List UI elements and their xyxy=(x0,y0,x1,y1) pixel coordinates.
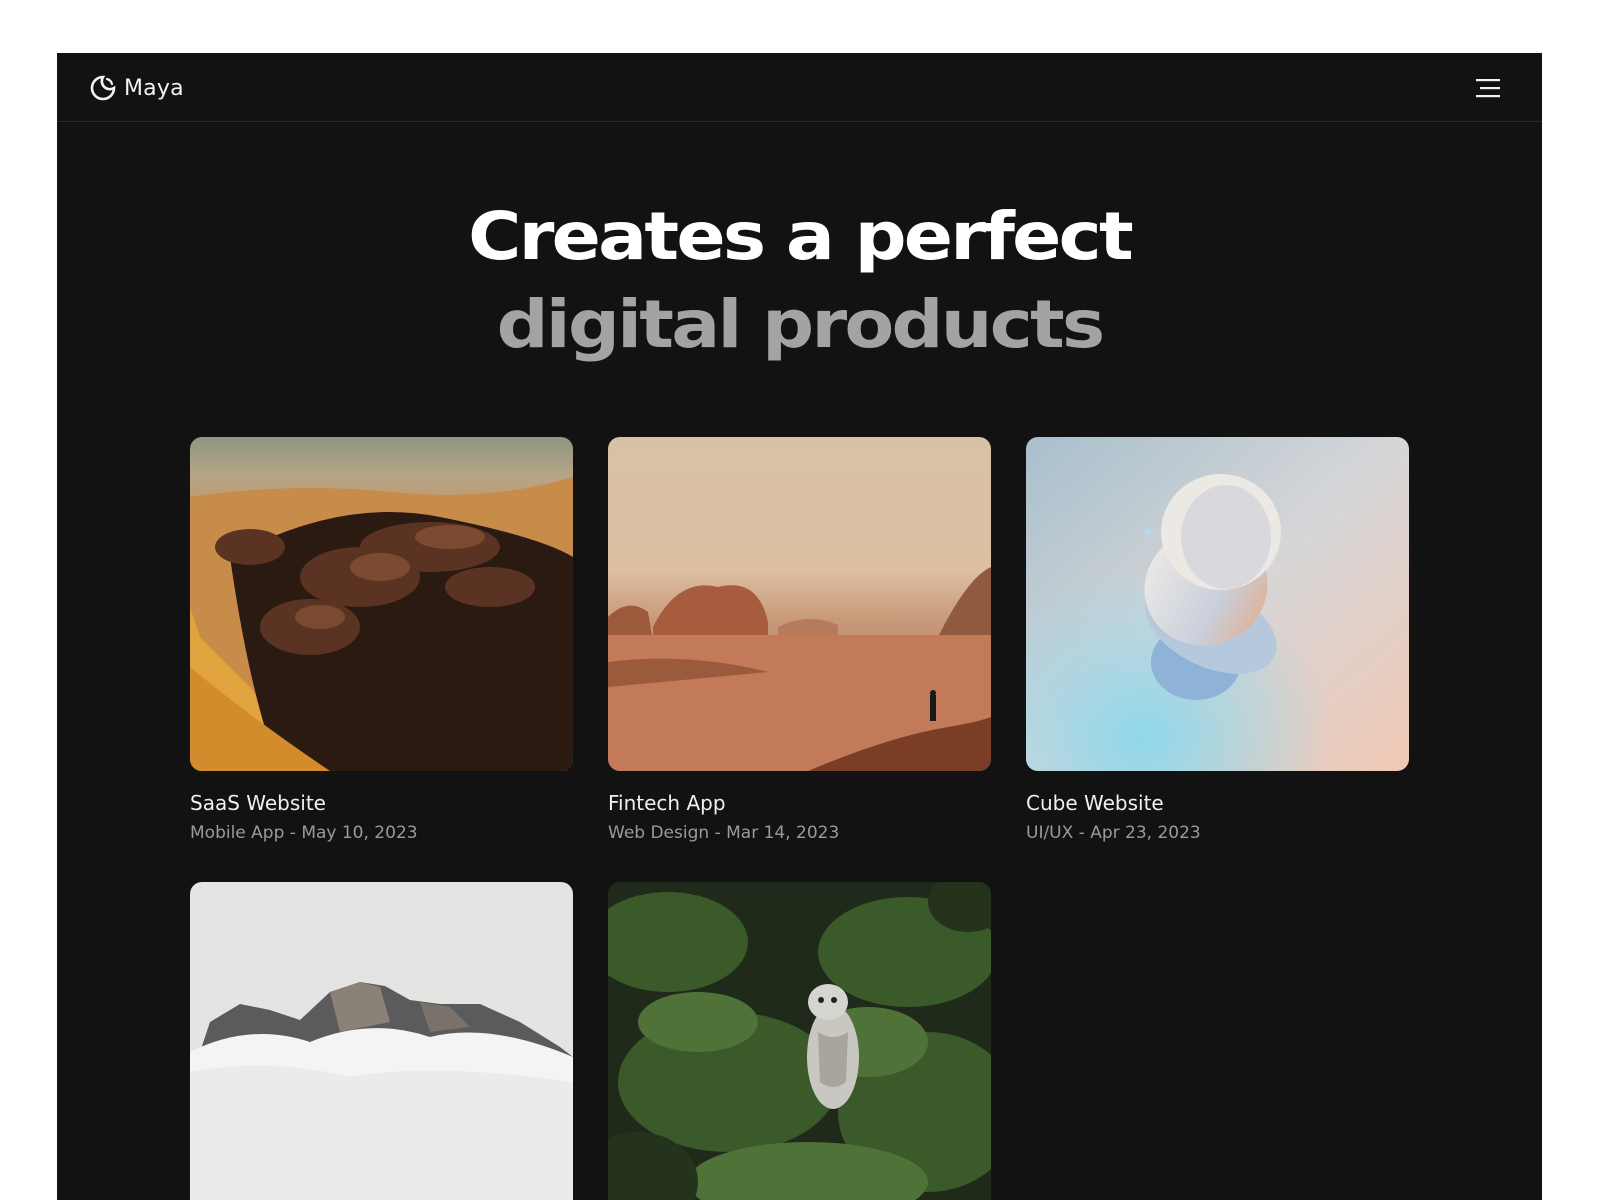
hamburger-menu-button[interactable] xyxy=(1476,78,1502,98)
project-card-owl[interactable] xyxy=(608,882,991,1200)
hamburger-menu-icon xyxy=(1476,79,1500,98)
project-title: Cube Website xyxy=(1026,791,1164,815)
project-image-owl-forest xyxy=(608,882,991,1200)
hero-title-line2: digital products xyxy=(496,286,1106,363)
project-meta: Web Design - Mar 14, 2023 xyxy=(608,823,840,843)
project-image-desert-rocks xyxy=(190,437,573,771)
project-card-saas-website[interactable]: SaaS Website Mobile App - May 10, 2023 xyxy=(190,437,573,844)
app-window: Maya Creates a perfect digital products xyxy=(57,53,1542,1200)
project-title: Fintech App xyxy=(608,791,726,815)
project-image-abstract-discs xyxy=(1026,437,1409,771)
project-title: SaaS Website xyxy=(190,791,326,815)
project-image-mountains-clouds xyxy=(190,882,573,1200)
project-image-desert-landscape xyxy=(608,437,991,771)
project-meta: UI/UX - Apr 23, 2023 xyxy=(1026,823,1201,843)
project-card-cube-website[interactable]: Cube Website UI/UX - Apr 23, 2023 xyxy=(1026,437,1409,844)
project-card-mountain[interactable] xyxy=(190,882,573,1200)
hero-heading: Creates a perfect digital products xyxy=(57,193,1542,369)
brand-logo[interactable]: Maya xyxy=(90,73,184,103)
top-navbar: Maya xyxy=(57,53,1542,122)
hero-title-line1: Creates a perfect xyxy=(468,198,1134,275)
crescent-moon-icon xyxy=(90,75,116,101)
project-meta: Mobile App - May 10, 2023 xyxy=(190,823,418,843)
project-card-fintech-app[interactable]: Fintech App Web Design - Mar 14, 2023 xyxy=(608,437,991,844)
brand-name: Maya xyxy=(124,75,184,101)
